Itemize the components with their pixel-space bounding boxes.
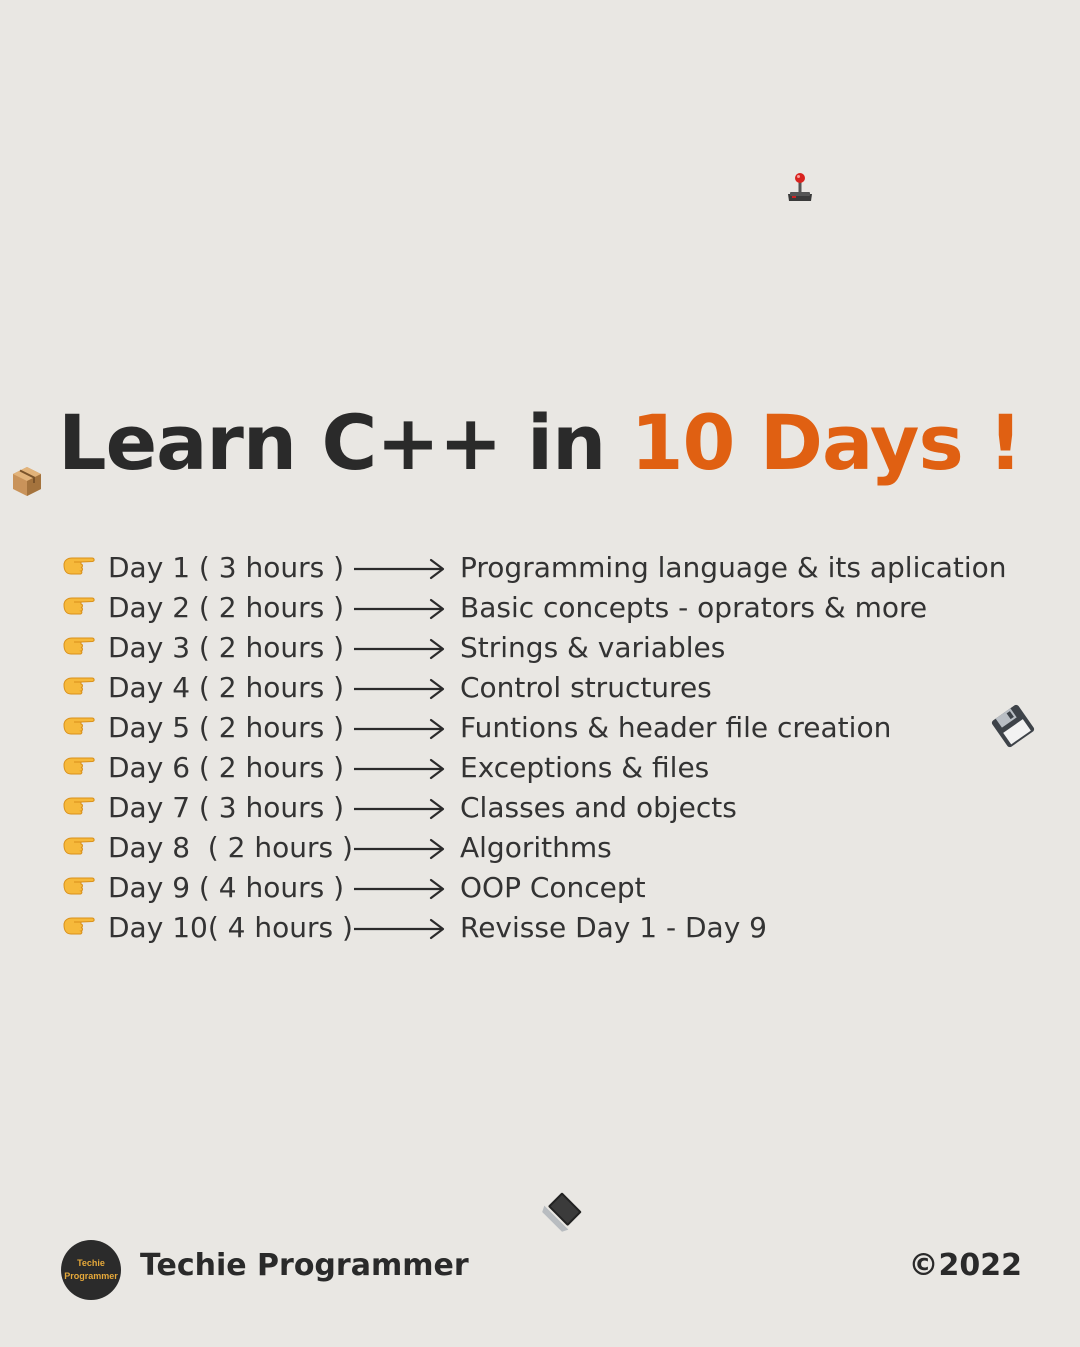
topic-label: Classes and objects <box>460 791 737 824</box>
pointing-hand-icon <box>62 672 96 698</box>
long-right-arrow-icon <box>354 756 446 782</box>
logo-line-1: Techie <box>77 1258 105 1268</box>
pointing-hand-icon <box>62 912 96 938</box>
schedule-row: Day 8 ( 2 hours ) Algorithms <box>60 828 1040 868</box>
topic-label: Funtions & header file creation <box>460 711 892 744</box>
brand-logo: Techie Programmer <box>61 1240 121 1300</box>
day-label: Day 1 ( 3 hours ) <box>108 551 344 584</box>
day-label: Day 9 ( 4 hours ) <box>108 871 344 904</box>
pointing-hand-icon <box>62 632 96 658</box>
schedule-row: Day 6 ( 2 hours ) Exceptions & files <box>60 748 1040 788</box>
joystick-icon <box>788 173 812 201</box>
day-label: Day 3 ( 2 hours ) <box>108 631 344 664</box>
pointing-hand-icon <box>62 592 96 618</box>
long-right-arrow-icon <box>354 796 446 822</box>
pointing-hand-icon <box>62 832 96 858</box>
title-highlight: 10 Days ! <box>630 398 1023 487</box>
page-title: Learn C++ in 10 Days ! <box>0 398 1080 487</box>
title-prefix: Learn C++ in <box>58 398 631 487</box>
topic-label: Revisse Day 1 - Day 9 <box>460 911 767 944</box>
laptop-icon <box>542 1192 582 1232</box>
day-label: Day 4 ( 2 hours ) <box>108 671 344 704</box>
topic-label: Algorithms <box>460 831 612 864</box>
brand-name: Techie Programmer <box>140 1248 469 1283</box>
topic-label: Programming language & its aplication <box>460 551 1007 584</box>
long-right-arrow-icon <box>354 916 446 942</box>
pointing-hand-icon <box>62 752 96 778</box>
long-right-arrow-icon <box>354 836 446 862</box>
schedule-row: Day 3 ( 2 hours ) Strings & variables <box>60 628 1040 668</box>
long-right-arrow-icon <box>354 556 446 582</box>
schedule-row: Day 7 ( 3 hours ) Classes and objects <box>60 788 1040 828</box>
pointing-hand-icon <box>62 792 96 818</box>
day-label: Day 5 ( 2 hours ) <box>108 711 344 744</box>
day-label: Day 6 ( 2 hours ) <box>108 751 344 784</box>
topic-label: Strings & variables <box>460 631 726 664</box>
package-icon <box>13 467 41 496</box>
pointing-hand-icon <box>62 552 96 578</box>
long-right-arrow-icon <box>354 676 446 702</box>
long-right-arrow-icon <box>354 876 446 902</box>
logo-line-2: Programmer <box>64 1271 118 1281</box>
pointing-hand-icon <box>62 712 96 738</box>
day-label: Day 2 ( 2 hours ) <box>108 591 344 624</box>
topic-label: Control structures <box>460 671 712 704</box>
schedule-row: Day 5 ( 2 hours ) Funtions & header file … <box>60 708 1040 748</box>
long-right-arrow-icon <box>354 636 446 662</box>
long-right-arrow-icon <box>354 596 446 622</box>
schedule-row: Day 10( 4 hours ) Revisse Day 1 - Day 9 <box>60 908 1040 948</box>
topic-label: Exceptions & files <box>460 751 710 784</box>
day-label: Day 10( 4 hours ) <box>108 911 353 944</box>
day-label: Day 7 ( 3 hours ) <box>108 791 344 824</box>
schedule-row: Day 9 ( 4 hours ) OOP Concept <box>60 868 1040 908</box>
schedule-list: Day 1 ( 3 hours ) Programming language & … <box>60 548 1040 948</box>
schedule-row: Day 2 ( 2 hours ) Basic concepts - oprato… <box>60 588 1040 628</box>
pointing-hand-icon <box>62 872 96 898</box>
schedule-row: Day 4 ( 2 hours ) Control structures <box>60 668 1040 708</box>
schedule-row: Day 1 ( 3 hours ) Programming language & … <box>60 548 1040 588</box>
topic-label: OOP Concept <box>460 871 646 904</box>
copyright: ©2022 <box>908 1248 1023 1283</box>
day-label: Day 8 ( 2 hours ) <box>108 831 353 864</box>
long-right-arrow-icon <box>354 716 446 742</box>
topic-label: Basic concepts - oprators & more <box>460 591 928 624</box>
